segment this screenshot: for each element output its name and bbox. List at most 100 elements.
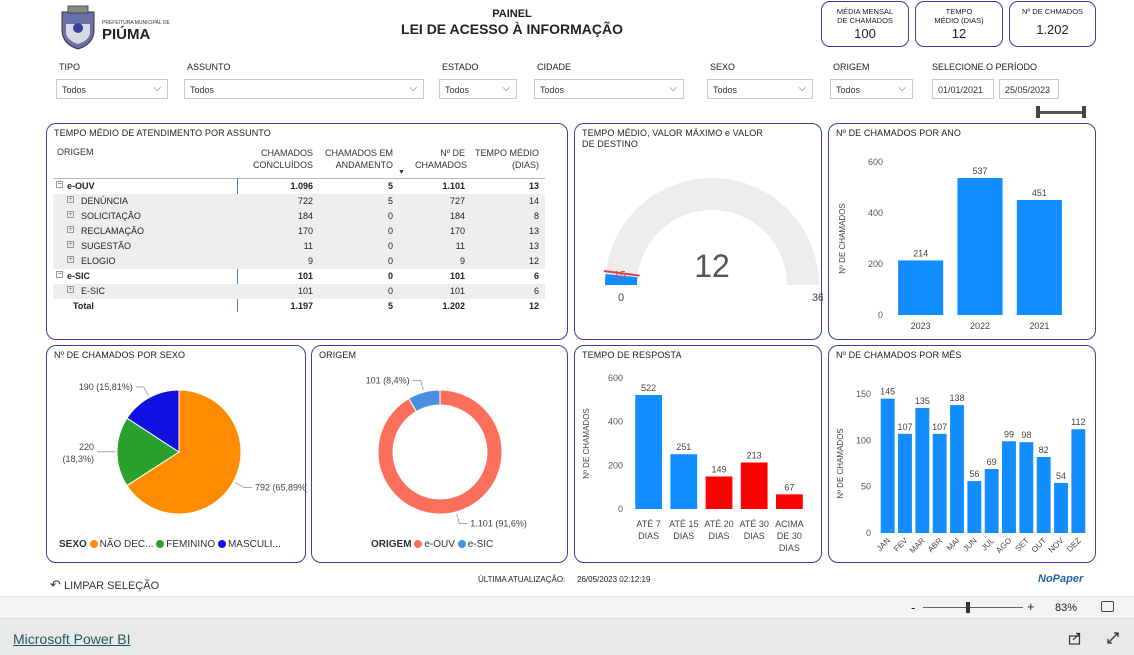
fullscreen-icon[interactable] xyxy=(1106,631,1120,645)
expand-icon[interactable]: + xyxy=(67,226,74,233)
x-tick-label: 2022 xyxy=(970,321,990,331)
sort-desc-icon: ▼ xyxy=(398,169,405,176)
slice xyxy=(377,389,503,515)
expand-icon[interactable]: + xyxy=(67,241,74,248)
table-row[interactable]: + ELOGIO 9 0 9 12 xyxy=(53,254,545,269)
pie-chart-por-sexo[interactable]: 792 (65,89%) 220 (18,3%) 190 (15,81%) xyxy=(47,364,307,540)
table-row[interactable]: + DENÚNCIA 722 5 727 14 xyxy=(53,194,545,209)
date-end-input[interactable]: 25/05/2023 xyxy=(999,79,1059,99)
table-row[interactable]: + SUGESTÃO 11 0 11 13 xyxy=(53,239,545,254)
zoom-slider-thumb[interactable] xyxy=(966,602,971,613)
x-tick-label: 2021 xyxy=(1029,321,1049,331)
kpi-tempo-medio[interactable]: TEMPO MÉDIO (DIAS) 12 xyxy=(915,1,1003,47)
bar xyxy=(635,395,662,509)
slider-handle-start[interactable] xyxy=(1036,106,1040,118)
kpi-label: TEMPO MÉDIO (DIAS) xyxy=(934,7,984,25)
leader-line xyxy=(456,513,468,524)
legend-item-e-ouv[interactable]: e-OUV xyxy=(414,539,455,550)
data-label: 149 xyxy=(711,464,726,474)
bar-chart-por-mes[interactable]: 0 50 100 150 Nº DE CHAMADOS 145 JAN 107 FEV 135 MA… xyxy=(829,362,1097,562)
row-label: DENÚNCIA xyxy=(81,196,129,206)
x-tick-label: MAR xyxy=(908,536,927,555)
gauge-card: TEMPO MÉDIO, VALOR MÁXIMO e VALOR DE DES… xyxy=(574,123,823,340)
table-cell: 6 xyxy=(533,286,539,296)
table-row[interactable]: + E-SIC 101 0 101 6 xyxy=(53,284,545,299)
table-row[interactable]: + RECLAMAÇÃO 170 0 170 13 xyxy=(53,224,545,239)
column-header-concluidos[interactable]: CHAMADOS CONCLUÍDOS xyxy=(243,147,313,171)
zoom-level: 83% xyxy=(1055,602,1078,614)
filter-value: Todos xyxy=(540,85,565,95)
slider-handle-end[interactable] xyxy=(1082,106,1086,118)
x-tick-label: JUL xyxy=(980,536,997,553)
date-start-input[interactable]: 01/01/2021 xyxy=(932,79,994,99)
filter-sexo-select[interactable]: Todos ⌵ xyxy=(707,79,813,99)
table-row[interactable]: Total 1.197 5 1.202 12 xyxy=(53,299,545,314)
filter-origem-select[interactable]: Todos ⌵ xyxy=(830,79,913,99)
date-slider[interactable] xyxy=(1036,106,1086,118)
zoom-slider[interactable] xyxy=(923,602,1023,613)
table-row[interactable]: + SOLICITAÇÃO 184 0 184 8 xyxy=(53,209,545,224)
chart-card-por-mes: Nº DE CHAMADOS POR MÊS 0 50 100 150 Nº DE CH… xyxy=(828,345,1096,563)
share-icon[interactable] xyxy=(1068,631,1082,645)
x-tick-label: 2023 xyxy=(911,321,931,331)
filter-assunto-select[interactable]: Todos ⌵ xyxy=(184,79,424,99)
bar xyxy=(915,407,930,533)
gauge-chart[interactable]: 12 0 365 15 xyxy=(575,149,823,339)
donut-chart-origem[interactable]: 1.101 (91,6%) 101 (8,4%) xyxy=(312,364,569,540)
x-tick-label: OUT xyxy=(1030,536,1048,554)
legend-item-e-sic[interactable]: e-SIC xyxy=(457,539,494,550)
column-header-tempo[interactable]: TEMPO MÉDIO (DIAS) xyxy=(469,147,539,171)
row-label: Total xyxy=(73,301,94,311)
last-update-label: ÚLTIMA ATUALIZAÇÃO: xyxy=(478,575,566,584)
filter-tipo-select[interactable]: Todos ⌵ xyxy=(56,79,168,99)
collapse-icon[interactable]: − xyxy=(56,271,63,278)
table-cell: 184 xyxy=(449,211,465,221)
data-label: 99 xyxy=(1004,429,1014,439)
expand-icon[interactable]: + xyxy=(67,256,74,263)
table-cell: 1.202 xyxy=(442,301,465,311)
fit-page-icon[interactable] xyxy=(1101,601,1114,612)
legend-item-nao-declarado[interactable]: NÃO DEC... xyxy=(89,539,153,550)
legend-label: e-SIC xyxy=(467,539,494,550)
chart-title-origem: ORIGEM xyxy=(319,350,357,360)
data-label: 537 xyxy=(972,166,987,176)
filter-estado-select[interactable]: Todos ⌵ xyxy=(439,79,517,99)
column-header-num[interactable]: Nº DE CHAMADOS xyxy=(415,147,467,171)
y-axis-label: Nº DE CHAMADOS xyxy=(838,203,847,273)
chevron-down-icon: ⌵ xyxy=(898,83,906,94)
chart-card-origem: ORIGEM 1.101 (91,6%) 101 (8,4%) ORIGEM e-… xyxy=(311,345,568,563)
expand-icon[interactable]: + xyxy=(67,211,74,218)
zoom-out-button[interactable]: - xyxy=(911,600,915,615)
expand-icon[interactable]: + xyxy=(67,196,74,203)
filter-cidade-select[interactable]: Todos ⌵ xyxy=(534,79,684,99)
kpi-media-mensal[interactable]: MÉDIA MENSAL DE CHAMADOS 100 xyxy=(821,1,909,47)
expand-icon[interactable]: + xyxy=(67,286,74,293)
column-header-andamento[interactable]: CHAMADOS EM ANDAMENTO xyxy=(315,147,393,171)
gauge-min-label: 0 xyxy=(618,292,624,304)
legend-item-masculino[interactable]: MASCULI... xyxy=(217,539,281,550)
kpi-num-chamados[interactable]: Nº DE CHMADOS 1.202 xyxy=(1009,1,1096,47)
gauge-title: TEMPO MÉDIO, VALOR MÁXIMO e VALOR DE DES… xyxy=(582,128,763,149)
chevron-down-icon: ⌵ xyxy=(153,83,161,94)
collapse-icon[interactable]: − xyxy=(56,181,63,188)
zoom-in-button[interactable]: + xyxy=(1027,599,1035,614)
bar xyxy=(1036,457,1051,533)
table-cell: 101 xyxy=(449,286,465,296)
bar xyxy=(670,454,698,509)
bar-chart-por-ano[interactable]: 0 200 400 600 Nº DE CHAMADOS 214 2023 537 2022 45… xyxy=(829,140,1097,340)
table-cell: 101 xyxy=(297,271,313,281)
legend-item-feminino[interactable]: FEMININO xyxy=(156,539,215,550)
legend-label: FEMININO xyxy=(166,539,216,550)
y-tick-label: 600 xyxy=(608,373,623,383)
table-row[interactable]: − e-SIC 101 0 101 6 xyxy=(53,269,545,284)
table-cell: 0 xyxy=(387,211,393,221)
chevron-down-icon: ⌵ xyxy=(409,83,417,94)
column-header-origem[interactable]: ORIGEM xyxy=(57,147,94,157)
kpi-value: 12 xyxy=(951,26,967,41)
bar-chart-tempo-resposta[interactable]: 0 200 400 600 Nº DE CHAMADOS 522 ATÉ 7 DIAS 251 A… xyxy=(575,362,823,562)
table-row[interactable]: − e-OUV 1.096 5 1.101 13 xyxy=(53,179,545,194)
x-tick-label: ATÉ 30 xyxy=(740,519,769,529)
powerbi-link[interactable]: Microsoft Power BI xyxy=(13,631,130,647)
filter-value: Todos xyxy=(445,85,470,95)
clear-selection-button[interactable]: ↶ LIMPAR SELEÇÃO xyxy=(50,577,159,593)
